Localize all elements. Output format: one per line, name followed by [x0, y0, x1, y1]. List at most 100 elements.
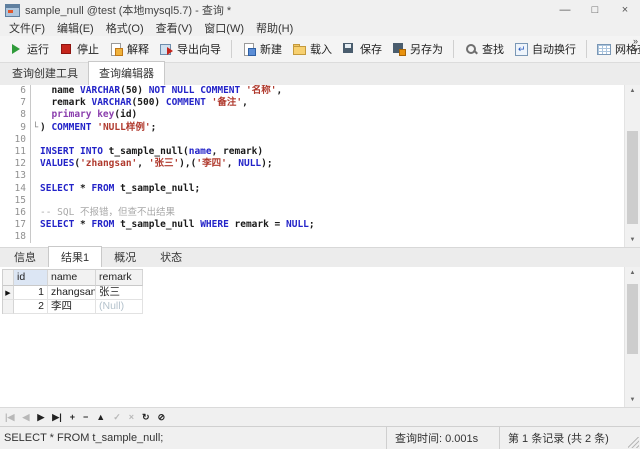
code-text: SELECT * FROM t_sample_null WHERE remark…: [40, 219, 315, 231]
status-record-count: 第 1 条记录 (共 2 条): [499, 427, 640, 449]
grid-header: idnameremark: [3, 270, 143, 286]
new-button[interactable]: 新建: [237, 39, 287, 59]
editor-tab[interactable]: 查询创建工具: [2, 62, 88, 85]
grid-cell[interactable]: 1: [14, 286, 48, 300]
run-icon: [9, 42, 23, 56]
menu-item[interactable]: 查看(V): [150, 20, 199, 36]
editor-line: 15: [0, 195, 640, 207]
status-query-text: SELECT * FROM t_sample_null;: [0, 427, 386, 449]
wrap-button[interactable]: 自动换行: [509, 39, 581, 59]
line-number: 9: [0, 122, 31, 134]
sql-editor[interactable]: 6 name VARCHAR(50) NOT NULL COMMENT '名称'…: [0, 85, 640, 247]
result-tab[interactable]: 状态: [148, 247, 194, 268]
wrap-icon: [514, 42, 528, 56]
line-number: 16: [0, 207, 31, 219]
editor-line: 10: [0, 134, 640, 146]
code-text: name VARCHAR(50) NOT NULL COMMENT '名称',: [40, 85, 282, 97]
grid-icon: [597, 42, 611, 56]
grid-cell[interactable]: 李四: [48, 300, 96, 314]
editor-lines: 6 name VARCHAR(50) NOT NULL COMMENT '名称'…: [0, 85, 640, 243]
scroll-down-icon[interactable]: ▼: [625, 234, 640, 247]
editor-line: 12VALUES('zhangsan', '张三'),('李四', NULL);: [0, 158, 640, 170]
code-text: ) COMMENT 'NULL样例';: [40, 122, 156, 134]
editor-line: 7 remark VARCHAR(500) COMMENT '备注',: [0, 97, 640, 109]
row-indicator-cell[interactable]: ▶: [3, 286, 14, 300]
line-number: 10: [0, 134, 31, 146]
stop-button[interactable]: 停止: [54, 39, 104, 59]
row-indicator-cell[interactable]: [3, 300, 14, 314]
line-number: 11: [0, 146, 31, 158]
saveas-button[interactable]: 另存为: [387, 39, 448, 59]
menu-item[interactable]: 编辑(E): [51, 20, 100, 36]
resize-grip[interactable]: [628, 437, 639, 448]
editor-line: 11INSERT INTO t_sample_null(name, remark…: [0, 146, 640, 158]
grid-cell[interactable]: zhangsan: [48, 286, 96, 300]
add-record-button[interactable]: +: [70, 413, 75, 422]
result-grid: idnameremark ▶1zhangsan张三2李四(Null): [2, 269, 143, 314]
scrollbar-thumb[interactable]: [627, 131, 638, 224]
line-number: 15: [0, 195, 31, 207]
last-record-button[interactable]: ▶|: [52, 413, 61, 422]
result-tab[interactable]: 结果1: [48, 246, 102, 269]
title-bar: sample_null @test (本地mysql5.7) - 查询 * — …: [0, 0, 640, 20]
find-button[interactable]: 查找: [459, 39, 509, 59]
run-button[interactable]: 运行: [4, 39, 54, 59]
grid-cell[interactable]: 张三: [96, 286, 143, 300]
grid-column-header[interactable]: remark: [96, 270, 143, 286]
explain-button[interactable]: 解释: [104, 39, 154, 59]
line-number: 7: [0, 97, 31, 109]
grid-column-header[interactable]: id: [14, 270, 48, 286]
toolbar-separator: [586, 40, 587, 58]
code-text: -- SQL 不报错，但查不出结果: [40, 207, 175, 219]
editor-tab[interactable]: 查询编辑器: [88, 61, 165, 86]
editor-scrollbar[interactable]: ▲ ▼: [624, 85, 640, 247]
menu-item[interactable]: 窗口(W): [198, 20, 250, 36]
maximize-button[interactable]: □: [580, 0, 610, 20]
grid-corner-cell: [3, 270, 14, 286]
toolbar-groups: 运行停止解释导出向导新建载入保存另存为查找自动换行网格查看表单查看: [4, 39, 640, 59]
fold-marker-icon: [31, 170, 40, 182]
scroll-down-icon[interactable]: ▼: [625, 394, 640, 407]
editor-line: 13: [0, 170, 640, 182]
grid-column-header[interactable]: name: [48, 270, 96, 286]
code-text: remark VARCHAR(500) COMMENT '备注',: [40, 97, 248, 109]
save-button[interactable]: 保存: [337, 39, 387, 59]
table-row: 2李四(Null): [3, 300, 143, 314]
scroll-up-icon[interactable]: ▲: [625, 85, 640, 98]
menu-item[interactable]: 格式(O): [100, 20, 150, 36]
close-button[interactable]: ×: [610, 0, 640, 20]
scrollbar-thumb[interactable]: [627, 284, 638, 354]
grid-body: ▶1zhangsan张三2李四(Null): [3, 286, 143, 314]
editor-line: 8 primary key(id): [0, 109, 640, 121]
menu-item[interactable]: 帮助(H): [250, 20, 299, 36]
app-icon: [5, 4, 20, 17]
editor-line: 14SELECT * FROM t_sample_null;: [0, 183, 640, 195]
grid-cell[interactable]: (Null): [96, 300, 143, 314]
load-button[interactable]: 载入: [287, 39, 337, 59]
next-record-button[interactable]: ▶: [37, 413, 44, 422]
grid-cell[interactable]: 2: [14, 300, 48, 314]
toolbar-button-label: 新建: [260, 41, 282, 57]
toolbar-overflow-button[interactable]: » ▾: [633, 37, 638, 55]
refresh-button[interactable]: ↻: [142, 413, 150, 422]
fold-marker-icon: [31, 158, 40, 170]
line-number: 8: [0, 109, 31, 121]
toolbar: 运行停止解释导出向导新建载入保存另存为查找自动换行网格查看表单查看 » ▾: [0, 36, 640, 63]
stop-load-button[interactable]: ⊘: [158, 413, 166, 422]
editor-line: 17SELECT * FROM t_sample_null WHERE rema…: [0, 219, 640, 231]
result-tab[interactable]: 信息: [2, 247, 48, 268]
result-tabstrip: 信息结果1概况状态: [0, 247, 640, 269]
export-button[interactable]: 导出向导: [154, 39, 226, 59]
minimize-button[interactable]: —: [550, 0, 580, 20]
fold-marker-icon: [31, 97, 40, 109]
save-icon: [342, 42, 356, 56]
edit-record-button[interactable]: ▲: [96, 413, 105, 422]
results-scrollbar[interactable]: ▲ ▼: [624, 267, 640, 407]
fold-marker-icon: [31, 231, 40, 243]
menu-item[interactable]: 文件(F): [3, 20, 51, 36]
result-tab[interactable]: 概况: [102, 247, 148, 268]
delete-record-button[interactable]: −: [83, 413, 88, 422]
scroll-up-icon[interactable]: ▲: [625, 267, 640, 280]
line-number: 6: [0, 85, 31, 97]
toolbar-button-label: 停止: [77, 41, 99, 57]
